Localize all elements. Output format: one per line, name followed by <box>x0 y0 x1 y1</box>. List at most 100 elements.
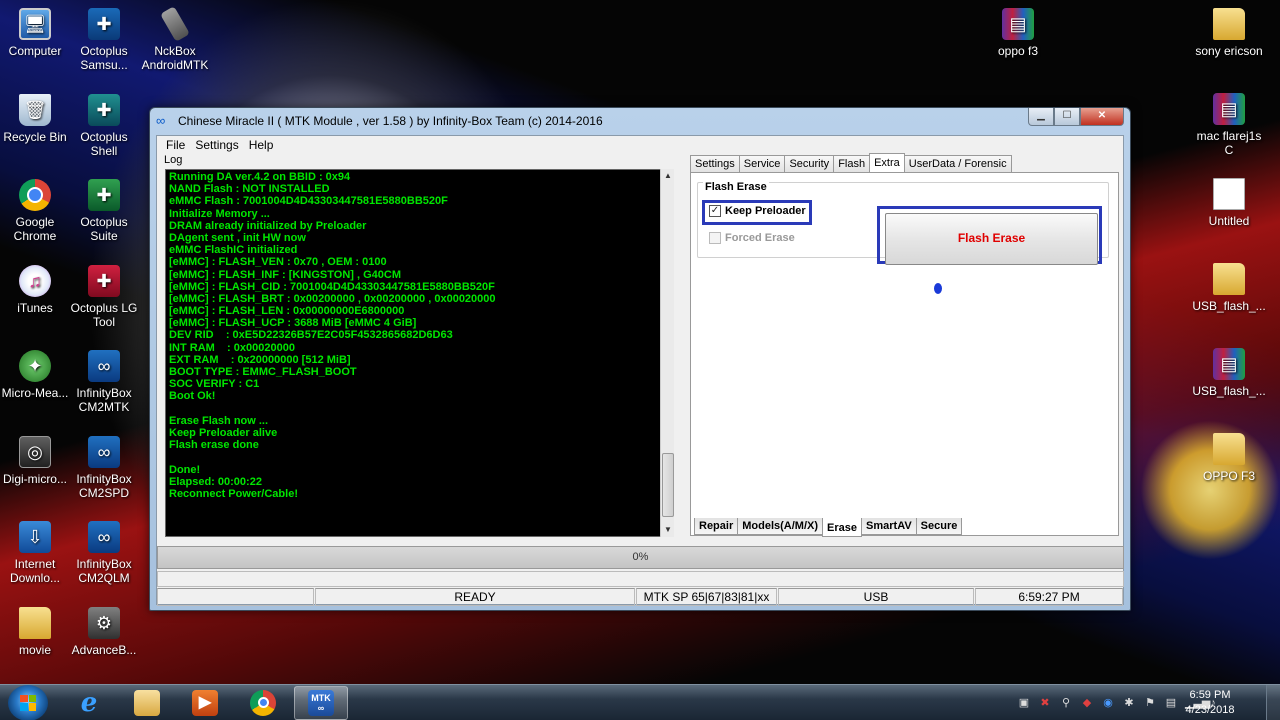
desktop-icon-google-chrome[interactable]: Google Chrome <box>0 179 72 243</box>
close-button[interactable]: ✕ <box>1080 108 1124 126</box>
tray-camera-icon[interactable]: ▣ <box>1017 696 1031 710</box>
desktop-icon-label: Octoplus LG Tool <box>70 300 138 329</box>
desktop-icon-label: Recycle Bin <box>3 129 67 144</box>
desktop-icon-recycle-bin[interactable]: 🗑 Recycle Bin <box>0 93 72 144</box>
internet-explorer-icon: e <box>80 687 98 718</box>
desktop-icon-octoplus-samsu[interactable]: ✚ Octoplus Samsu... <box>67 8 141 72</box>
desktop-icon-nckbox[interactable]: NckBox AndroidMTK <box>138 6 212 72</box>
log-line: DAgent sent , init HW now <box>169 231 306 244</box>
log-line: [eMMC] : FLASH_BRT : 0x00200000 , 0x0020… <box>169 292 496 305</box>
desktop-icon-usb-flash-rar[interactable]: ▤ USB_flash_... <box>1192 348 1266 398</box>
log-line: DEV RID : 0xE5D22326B57E2C05F4532865682D… <box>169 329 453 342</box>
subtab-smartav[interactable]: SmartAV <box>861 518 917 535</box>
movie-icon <box>19 606 51 639</box>
forced-erase-checkbox-row[interactable]: Forced Erase <box>709 232 795 244</box>
tray-bluetooth-icon[interactable]: ✱ <box>1122 696 1136 710</box>
status-state: READY <box>315 588 635 606</box>
log-line: eMMC Flash : 7001004D4D43303447581E5880B… <box>169 195 448 208</box>
tray-usb-icon[interactable]: ⚲ <box>1059 696 1073 710</box>
taskbar-internet-explorer[interactable]: e <box>62 686 116 720</box>
desktop-icon-label: oppo f3 <box>997 44 1039 58</box>
desktop-icon-label: InfinityBox CM2SPD <box>76 471 132 500</box>
tray-network-error-icon[interactable]: ✖ <box>1038 696 1052 710</box>
desktop-icon-octoplus-suite[interactable]: ✚ Octoplus Suite <box>67 179 141 243</box>
desktop-icon-usb-flash-folder[interactable]: USB_flash_... <box>1192 263 1266 313</box>
scroll-up-arrow-icon[interactable]: ▲ <box>661 169 675 183</box>
desktop-icon-mac-flarej1s[interactable]: ▤ mac flarej1s C <box>1192 93 1266 157</box>
show-desktop-button[interactable] <box>1266 685 1280 720</box>
oppo-f3-folder-icon <box>1213 433 1245 465</box>
flash-erase-group-title: Flash Erase <box>703 181 769 193</box>
advanceb-icon: ⚙ <box>88 606 120 639</box>
busy-indicator-dot <box>934 283 942 294</box>
log-scrollbar[interactable]: ▲ ▼ <box>660 169 674 537</box>
window-titlebar[interactable]: ∞ Chinese Miracle II ( MTK Module , ver … <box>150 108 1130 134</box>
taskbar-windows-explorer[interactable] <box>120 686 174 720</box>
desktop-icon-infinitybox-cm2mtk[interactable]: ∞ InfinityBox CM2MTK <box>67 350 141 414</box>
desktop-icon-label: Octoplus Suite <box>80 215 128 243</box>
tab-flash[interactable]: Flash <box>833 155 871 172</box>
subtab-models-a-m-x[interactable]: Models(A/M/X) <box>737 518 824 535</box>
subtab-erase[interactable]: Erase <box>822 518 863 537</box>
tab-settings[interactable]: Settings <box>690 155 740 172</box>
subtab-secure[interactable]: Secure <box>915 518 963 535</box>
scroll-down-arrow-icon[interactable]: ▼ <box>661 523 675 537</box>
log-line: INT RAM : 0x00020000 <box>169 341 295 354</box>
desktop-icon-infinitybox-cm2qlm[interactable]: ∞ InfinityBox CM2QLM <box>67 521 141 585</box>
desktop-icon-oppo-f3-folder[interactable]: OPPO F3 <box>1192 433 1266 483</box>
log-line: Done! <box>169 463 201 476</box>
desktop-icon-octoplus-lg-tool[interactable]: ✚ Octoplus LG Tool <box>67 264 141 329</box>
desktop-icon-sony-ericson[interactable]: sony ericson <box>1192 8 1266 58</box>
log-line: [eMMC] : FLASH_INF : [KINGSTON] , G40CM <box>169 268 402 281</box>
tray-device-icon[interactable]: ▤ <box>1164 696 1178 710</box>
desktop-icon-micro-mea[interactable]: ✦ Micro-Mea... <box>0 350 72 400</box>
menu-settings[interactable]: Settings <box>190 138 243 152</box>
minimize-button[interactable]: ▁ <box>1028 108 1054 126</box>
subtab-repair[interactable]: Repair <box>694 518 739 535</box>
taskbar-chrome[interactable] <box>236 686 290 720</box>
tab-userdata-forensic[interactable]: UserData / Forensic <box>903 155 1012 172</box>
desktop-icon-computer[interactable]: 🖥 Computer <box>0 8 72 58</box>
desktop-icon-advanceb[interactable]: ⚙ AdvanceB... <box>67 606 141 657</box>
nckbox-icon <box>160 6 190 42</box>
flash-erase-button[interactable]: Flash Erase <box>885 213 1098 265</box>
sony-ericson-icon <box>1213 8 1245 40</box>
tab-service[interactable]: Service <box>738 155 786 172</box>
taskbar-clock[interactable]: 6:59 PM 4/23/2018 <box>1182 688 1238 718</box>
tray-security-icon[interactable]: ◉ <box>1101 696 1115 710</box>
start-button[interactable] <box>8 684 48 720</box>
log-line: [eMMC] : FLASH_CID : 7001004D4D433034475… <box>169 280 495 293</box>
log-line: Erase Flash now ... <box>169 414 269 427</box>
maximize-button[interactable]: ☐ <box>1054 108 1080 126</box>
desktop-icon-itunes[interactable]: ♫ iTunes <box>0 264 72 315</box>
desktop-icon-oppo-f3-rar[interactable]: ▤ oppo f3 <box>981 8 1055 58</box>
desktop-icon-digi-micro[interactable]: ◎ Digi-micro... <box>0 435 72 486</box>
tray-antivirus-icon[interactable]: ◆ <box>1080 696 1094 710</box>
menu-help[interactable]: Help <box>244 138 279 152</box>
tray-flag-icon[interactable]: ⚑ <box>1143 696 1157 710</box>
tab-extra[interactable]: Extra <box>869 153 905 172</box>
taskbar-cm2mtk[interactable]: MTK ∞ <box>294 685 348 720</box>
desktop-icon-label: USB_flash_... <box>1192 384 1266 398</box>
log-line: Reconnect Power/Cable! <box>169 487 298 500</box>
menu-file[interactable]: File <box>161 138 190 152</box>
window-controls: ▁ ☐ ✕ <box>1028 108 1124 126</box>
cm2-main-window: ∞ Chinese Miracle II ( MTK Module , ver … <box>149 107 1131 611</box>
taskbar-media-player[interactable]: ▶ <box>178 686 232 720</box>
log-line: NAND Flash : NOT INSTALLED <box>169 183 330 196</box>
keep-preloader-checkbox[interactable]: ✓ <box>709 205 721 217</box>
forced-erase-checkbox[interactable] <box>709 232 721 244</box>
desktop-icon-octoplus-shell[interactable]: ✚ Octoplus Shell <box>67 93 141 158</box>
itunes-icon: ♫ <box>19 264 51 297</box>
desktop-icon-untitled[interactable]: Untitled <box>1192 178 1266 228</box>
log-output[interactable]: Running DA ver.4.2 on BBID : 0x94 NAND Fl… <box>165 169 673 537</box>
recycle-bin-icon: 🗑 <box>19 93 51 126</box>
desktop-icon-movie[interactable]: movie <box>0 606 72 657</box>
desktop-icon-infinitybox-cm2spd[interactable]: ∞ InfinityBox CM2SPD <box>67 435 141 500</box>
tab-security[interactable]: Security <box>784 155 835 172</box>
log-line: Running DA ver.4.2 on BBID : 0x94 <box>169 171 351 183</box>
scroll-thumb[interactable] <box>662 453 674 517</box>
desktop-icon-internet-downlo[interactable]: ⇩ Internet Downlo... <box>0 521 72 585</box>
keep-preloader-checkbox-row[interactable]: ✓ Keep Preloader <box>709 205 806 217</box>
